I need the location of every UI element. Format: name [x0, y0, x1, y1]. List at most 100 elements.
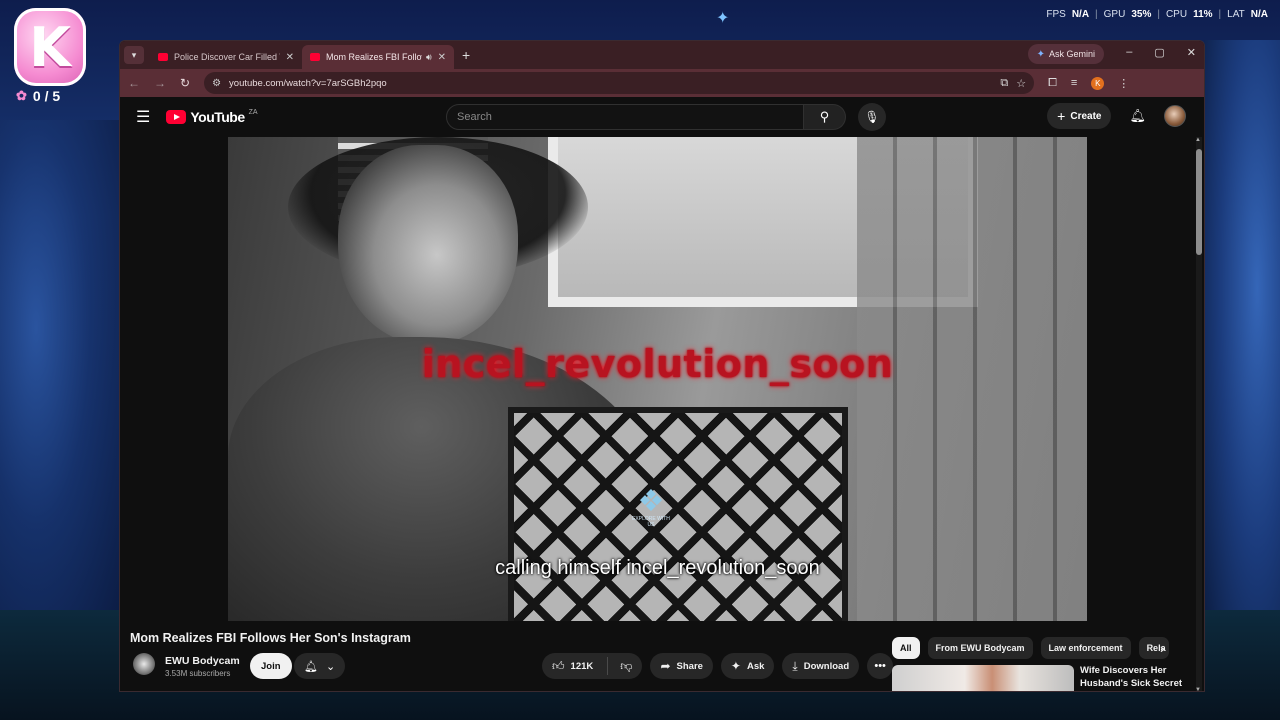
youtube-favicon-icon [158, 53, 168, 61]
share-button[interactable]: ➦ Share [650, 653, 713, 679]
tab-mom-video[interactable]: Mom Realizes FBI Follows I 🔊︎ ✕ [302, 45, 454, 69]
gpu-value: 35% [1131, 9, 1152, 20]
video-frame-face [338, 145, 518, 345]
notifications-bell-icon[interactable]: 🔔︎ [1129, 108, 1146, 124]
tab-police-video[interactable]: Police Discover Car Filled With ✕ [150, 45, 302, 69]
video-overlay-text: incel_revolution_soon [421, 342, 894, 386]
share-arrow-icon: ➦ [660, 659, 671, 673]
lat-label: LAT [1227, 9, 1245, 20]
tab-search-button[interactable]: ▾ [124, 46, 144, 64]
plus-icon: + [1057, 108, 1066, 124]
watermark-text: EXPLORE WITH US [632, 516, 670, 528]
more-dots-icon: ••• [874, 660, 886, 672]
window-controls: – ▢ ✕ [1126, 46, 1196, 59]
scrollbar-thumb[interactable] [1196, 149, 1202, 255]
thumbs-up-icon[interactable]: 👍︎ [552, 659, 565, 674]
browser-window: ▾ Police Discover Car Filled With ✕ Mom … [119, 40, 1205, 692]
channel-name[interactable]: EWU Bodycam [165, 655, 240, 667]
lat-value: N/A [1250, 9, 1268, 20]
youtube-play-icon [166, 110, 187, 124]
youtube-logo[interactable]: YouTube ZA [166, 108, 258, 125]
chip-all[interactable]: All [892, 637, 920, 659]
new-tab-button[interactable]: + [462, 47, 470, 63]
recommended-video[interactable]: Wife Discovers Her Husband's Sick Secret [892, 665, 1190, 691]
ask-label: Ask [746, 660, 765, 672]
site-info-icon[interactable]: ⚙ [212, 78, 221, 89]
close-window-button[interactable]: ✕ [1187, 46, 1196, 59]
recommended-title[interactable]: Wife Discovers Her Husband's Sick Secret [1080, 665, 1190, 691]
scroll-up-icon[interactable]: ▲ [1195, 137, 1201, 143]
search-button[interactable]: ⚲ [804, 104, 846, 130]
speaker-icon[interactable]: 🔊︎ [426, 52, 432, 63]
cpu-label: CPU [1165, 9, 1188, 20]
ask-gemini-label: Ask Gemini [1048, 49, 1095, 59]
create-label: Create [1070, 110, 1102, 122]
profile-avatar[interactable]: K [1091, 76, 1105, 90]
scroll-down-icon[interactable]: ▼ [1195, 687, 1201, 691]
hamburger-menu-icon[interactable]: ☰ [136, 107, 150, 127]
divider [607, 657, 609, 675]
search-area: Search ⚲ 🎙︎ [446, 103, 886, 131]
country-code: ZA [248, 108, 258, 116]
like-count[interactable]: 121K [571, 661, 594, 672]
chip-law-enforcement[interactable]: Law enforcement [1040, 637, 1131, 659]
gemini-sparkle-icon: ✦ [1036, 48, 1045, 60]
page-scrollbar[interactable]: ▲ ▼ [1195, 137, 1202, 691]
join-button[interactable]: Join [250, 653, 292, 679]
back-button[interactable]: ← [128, 76, 140, 90]
more-actions-button[interactable]: ••• [867, 653, 894, 679]
ask-gemini-button[interactable]: ✦ Ask Gemini [1027, 44, 1104, 64]
fps-value: N/A [1071, 9, 1090, 20]
bookmark-star-icon[interactable]: ☆ [1016, 77, 1026, 90]
ask-button[interactable]: ✦ Ask [720, 653, 775, 679]
chevron-right-icon[interactable]: › [1160, 641, 1164, 656]
separator: | [1157, 9, 1160, 20]
bell-icon: 🔔︎ [304, 660, 318, 673]
thumbs-down-icon[interactable]: 👎︎ [614, 659, 642, 674]
desktop-wallpaper-right [1204, 40, 1280, 660]
video-title: Mom Realizes FBI Follows Her Son's Insta… [130, 631, 411, 645]
tab-title: Police Discover Car Filled With [174, 52, 280, 62]
microphone-icon: 🎙︎ [864, 110, 880, 124]
channel-avatar[interactable] [133, 653, 155, 675]
download-button[interactable]: ⤓ Download [782, 653, 860, 679]
video-caption: calling himself incel_revolution_soon [495, 557, 820, 579]
video-actions: 👍︎ 121K 👎︎ ➦ Share ✦ Ask ⤓ Download ••• [542, 653, 894, 679]
extensions-icon[interactable]: ⧠ [1048, 77, 1057, 90]
download-icon: ⤓ [792, 658, 798, 673]
chevron-down-icon: ▾ [131, 49, 137, 60]
fps-label: FPS [1046, 9, 1066, 20]
sparkle-icon: ✦ [730, 659, 741, 673]
close-icon[interactable]: ✕ [438, 52, 446, 63]
media-controls-icon[interactable]: ≡ [1071, 77, 1077, 89]
subscribed-notifications-button[interactable]: 🔔︎ ⌄ [294, 653, 346, 679]
maximize-button[interactable]: ▢ [1154, 46, 1164, 59]
close-icon[interactable]: ✕ [286, 52, 294, 63]
overlay-logo-letter: K [29, 15, 71, 79]
youtube-wordmark: YouTube [190, 109, 245, 125]
video-details: Mom Realizes FBI Follows Her Son's Insta… [120, 621, 1196, 691]
url-text[interactable]: youtube.com/watch?v=7arSGBh2pqo [229, 78, 387, 89]
address-bar[interactable]: ⚙ youtube.com/watch?v=7arSGBh2pqo ⧉ ☆ [204, 72, 1035, 94]
separator: | [1095, 9, 1098, 20]
header-actions: + Create 🔔︎ [1047, 103, 1186, 129]
create-button[interactable]: + Create [1047, 103, 1112, 129]
separator: | [1218, 9, 1222, 20]
menu-kebab-icon[interactable]: ⋮ [1118, 77, 1129, 90]
reload-button[interactable]: ↻ [180, 76, 190, 90]
share-label: Share [676, 660, 703, 672]
search-input[interactable]: Search [446, 104, 804, 130]
youtube-favicon-icon [310, 53, 320, 61]
account-avatar[interactable] [1164, 105, 1186, 127]
search-icon: ⚲ [819, 109, 830, 124]
star-icon: ✦ [716, 10, 730, 27]
subscriber-count: 3.53M subscribers [165, 669, 231, 678]
chip-from-channel[interactable]: From EWU Bodycam [927, 637, 1033, 659]
voice-search-button[interactable]: 🎙︎ [858, 103, 886, 131]
video-frame-chair [508, 407, 848, 621]
install-app-icon[interactable]: ⧉ [1000, 77, 1008, 90]
forward-button[interactable]: → [154, 76, 166, 90]
minimize-button[interactable]: – [1126, 46, 1132, 59]
recommended-thumbnail[interactable] [892, 665, 1074, 691]
video-player[interactable]: incel_revolution_soon ❖ EXPLORE WITH US … [228, 137, 1087, 621]
